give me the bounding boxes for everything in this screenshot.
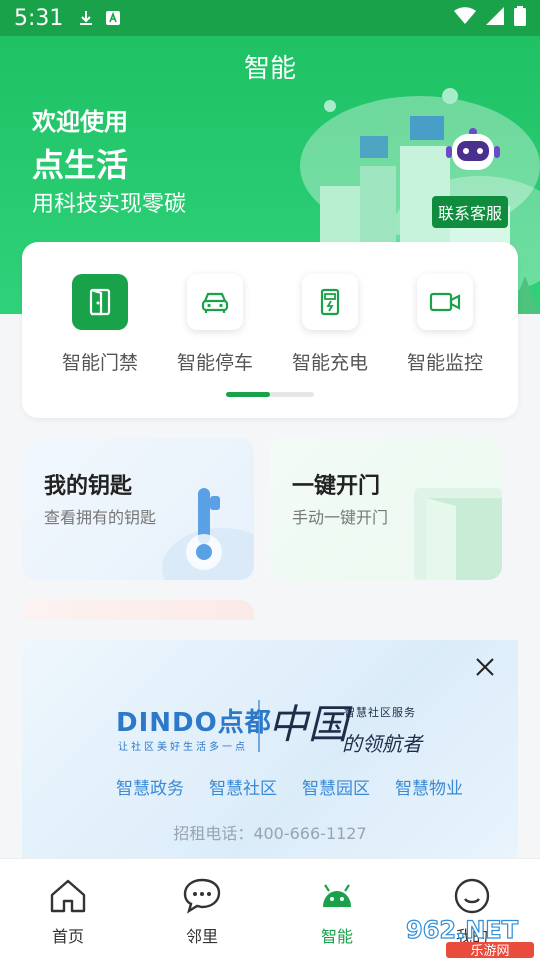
ad-china-text: 中国	[268, 702, 348, 748]
app-notification-icon	[105, 10, 121, 26]
one-key-open-card[interactable]: 一键开门 手动一键开门	[270, 438, 502, 580]
smart-functions-card: 智能门禁 智能停车 智能充电 智能监控	[22, 242, 518, 418]
tab-home[interactable]: 首页	[18, 877, 118, 947]
car-icon	[187, 274, 243, 330]
wifi-icon	[454, 7, 476, 29]
my-keys-card[interactable]: 我的钥匙 查看拥有的钥匙	[22, 438, 254, 580]
ad-link[interactable]: 智慧社区	[209, 774, 277, 799]
page-indicator	[226, 392, 314, 397]
ad-phone: 招租电话：400-666-1127	[173, 824, 367, 843]
charging-pile-icon	[302, 274, 358, 330]
chat-bubble-icon	[183, 878, 221, 914]
ad-banner[interactable]: DINDO点都 让社区美好生活多一点 中国 智慧社区服务 的领航者 智慧政务 智…	[22, 640, 518, 858]
my-keys-subtitle: 查看拥有的钥匙	[44, 508, 157, 527]
tab-neighbors[interactable]: 邻里	[152, 877, 252, 947]
ad-link[interactable]: 智慧园区	[302, 774, 370, 799]
one-key-open-title: 一键开门	[292, 474, 381, 499]
door-illustration-icon	[414, 488, 502, 580]
function-label: 智能停车	[176, 352, 253, 374]
tab-label: 首页	[51, 927, 84, 946]
banner-slogan: 用科技实现零碳	[32, 192, 187, 217]
my-keys-title: 我的钥匙	[44, 474, 133, 499]
function-smart-monitoring[interactable]: 智能监控	[385, 274, 505, 375]
ad-tagline: 让社区美好生活多一点	[118, 742, 248, 753]
page-indicator-active	[226, 392, 270, 397]
close-icon[interactable]	[474, 656, 496, 678]
ad-links: 智慧政务 智慧社区 智慧园区 智慧物业	[116, 774, 463, 799]
banner-brand: 点生活	[32, 146, 129, 184]
key-icon	[162, 488, 254, 580]
door-icon	[72, 274, 128, 330]
ad-logo: DINDO点都	[116, 708, 272, 738]
customer-service-label: 联系客服	[432, 196, 509, 228]
partial-card	[22, 600, 254, 620]
home-icon	[50, 879, 86, 913]
android-robot-icon	[323, 884, 351, 907]
function-label: 智能门禁	[61, 352, 138, 374]
tab-label: 智能	[320, 927, 353, 946]
video-camera-icon	[417, 274, 473, 330]
watermark-text: 962.NET	[406, 916, 519, 944]
one-key-open-subtitle: 手动一键开门	[292, 508, 389, 527]
customer-service-button[interactable]: 联系客服	[432, 114, 514, 228]
ad-divider	[258, 700, 260, 752]
function-label: 智能充电	[291, 352, 368, 374]
status-bar: 5:31	[0, 0, 540, 36]
tab-label: 邻里	[185, 927, 218, 946]
download-icon	[77, 9, 95, 27]
ad-service-text: 智慧社区服务	[344, 706, 416, 719]
status-time: 5:31	[14, 5, 64, 31]
tab-smart[interactable]: 智能	[287, 877, 387, 947]
signal-icon	[486, 7, 504, 29]
ad-link[interactable]: 智慧物业	[395, 774, 463, 799]
ad-link[interactable]: 智慧政务	[116, 774, 184, 799]
function-smart-parking[interactable]: 智能停车	[155, 274, 275, 375]
ad-leader-text: 的领航者	[342, 732, 422, 756]
watermark-sub: 乐游网	[470, 944, 509, 959]
function-smart-charging[interactable]: 智能充电	[270, 274, 390, 375]
function-smart-access[interactable]: 智能门禁	[40, 274, 160, 375]
battery-icon	[514, 6, 526, 30]
watermark-logo: 962.NET 乐游网	[405, 915, 534, 959]
function-label: 智能监控	[406, 352, 483, 374]
robot-icon	[446, 128, 500, 170]
banner-welcome: 欢迎使用	[32, 108, 128, 136]
